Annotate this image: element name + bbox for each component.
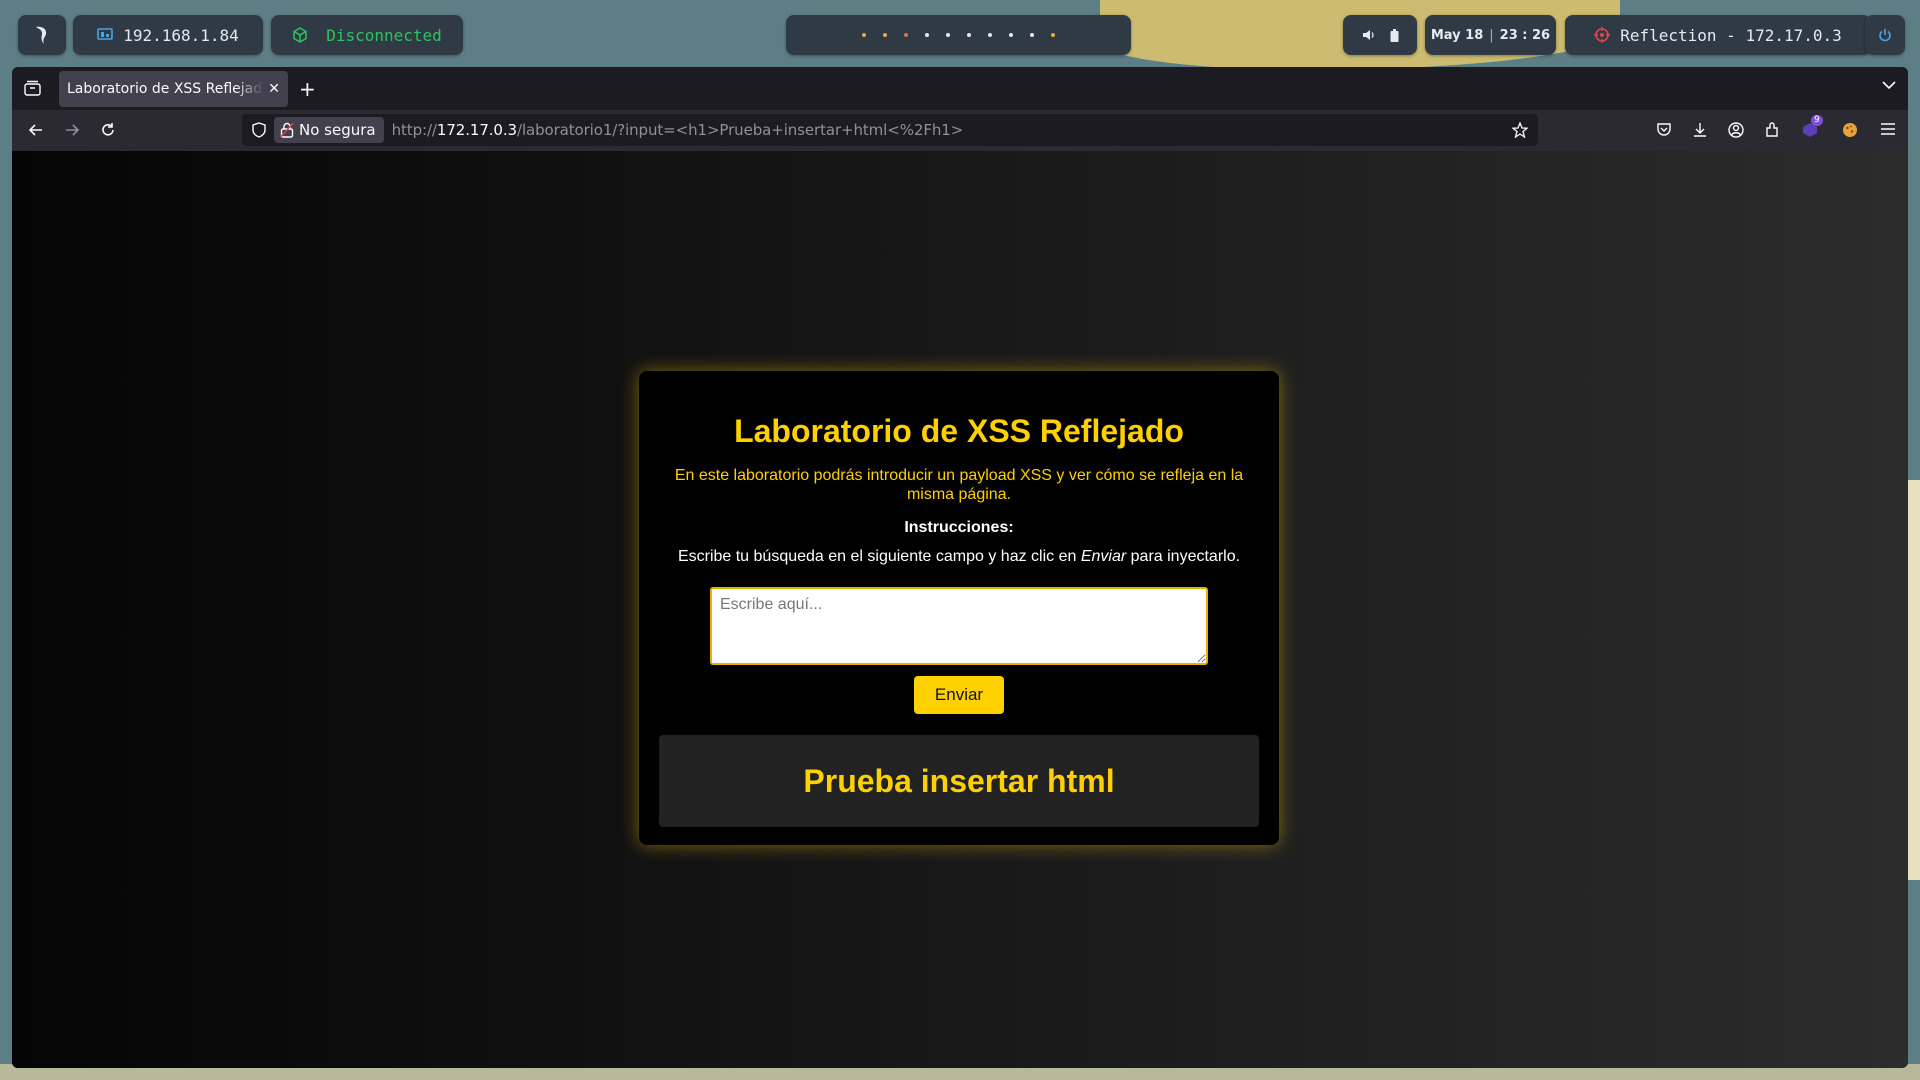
instructions-title: Instrucciones:: [904, 519, 1014, 536]
page-title: Laboratorio de XSS Reflejado: [734, 413, 1184, 449]
url-host: 172.17.0.3: [436, 121, 517, 139]
extensions-icon[interactable]: [1764, 122, 1780, 138]
battery-icon[interactable]: [1390, 28, 1399, 42]
workspace-dot[interactable]: [946, 33, 950, 37]
tab-title: Laboratorio de XSS Reflejado: [67, 81, 265, 97]
workspace-dot[interactable]: [925, 33, 929, 37]
network-icon: [97, 28, 114, 40]
site-security-button[interactable]: No segura: [274, 117, 384, 143]
reflected-output-box: Prueba insertar html: [659, 735, 1259, 827]
instructions-suffix: para inyectarlo.: [1126, 548, 1241, 565]
cube-icon: [293, 27, 307, 43]
instructions-prefix: Escribe tu búsqueda en el siguiente camp…: [677, 548, 1081, 565]
date-label: May 18: [1430, 27, 1484, 43]
chevron-down-icon[interactable]: [1882, 81, 1896, 90]
volume-icon[interactable]: [1362, 29, 1376, 41]
extension-badge-count: 9: [1811, 115, 1823, 126]
lab-card: Laboratorio de XSS Reflejado En este lab…: [639, 371, 1279, 845]
date-time-separator: |: [1489, 27, 1494, 43]
extension-button-badge[interactable]: 9: [1802, 115, 1823, 142]
insecure-lock-icon: [280, 122, 294, 138]
system-tray[interactable]: [1343, 15, 1417, 55]
bookmark-star-icon[interactable]: [1512, 122, 1528, 138]
page-description: En este laboratorio podrás introducir un…: [674, 467, 1244, 503]
url-text[interactable]: http://172.17.0.3/laboratorio1/?input=<h…: [392, 121, 964, 139]
workspace-dot[interactable]: [883, 33, 887, 37]
payload-input[interactable]: [710, 587, 1208, 665]
workspace-dot[interactable]: [1009, 33, 1013, 37]
new-tab-icon[interactable]: +: [299, 77, 316, 101]
target-label: Reflection - 172.17.0.3: [1620, 25, 1842, 45]
navigation-bar: No segura http://172.17.0.3/laboratorio1…: [12, 110, 1908, 151]
workspace-dot[interactable]: [904, 33, 908, 37]
forward-arrow-icon[interactable]: [64, 122, 80, 138]
target-icon: [1594, 27, 1611, 43]
close-tab-icon[interactable]: ✕: [268, 81, 280, 97]
ip-address-widget[interactable]: 192.168.1.84: [73, 15, 263, 55]
time-label: 23 : 26: [1499, 27, 1551, 43]
workspace-dot[interactable]: [967, 33, 971, 37]
downloads-icon[interactable]: [1692, 122, 1708, 138]
target-widget[interactable]: Reflection - 172.17.0.3: [1565, 15, 1871, 55]
tab-bar: Laboratorio de XSS Reflejado ✕ +: [12, 67, 1908, 110]
tab-list-icon[interactable]: [24, 80, 41, 96]
back-arrow-icon[interactable]: [28, 122, 44, 138]
workspace-dot[interactable]: [988, 33, 992, 37]
address-bar[interactable]: No segura http://172.17.0.3/laboratorio1…: [242, 114, 1538, 146]
workspace-dot[interactable]: [1030, 33, 1034, 37]
wallpaper-edge: [1906, 480, 1920, 880]
url-scheme: http://: [391, 121, 437, 139]
ip-address-label: 192.168.1.84: [123, 25, 239, 45]
browser-window: Laboratorio de XSS Reflejado ✕ + No segu…: [12, 67, 1908, 1068]
instructions-text: Escribe tu búsqueda en el siguiente camp…: [639, 548, 1279, 566]
page-viewport: Laboratorio de XSS Reflejado En este lab…: [12, 151, 1908, 1068]
reload-icon[interactable]: [100, 122, 116, 138]
cookie-extension-icon[interactable]: [1842, 122, 1858, 138]
tab-active[interactable]: Laboratorio de XSS Reflejado ✕: [59, 71, 288, 107]
workspace-switcher[interactable]: [786, 15, 1131, 55]
security-label: No segura: [299, 121, 376, 139]
workspace-dot[interactable]: [862, 33, 866, 37]
os-menu-button[interactable]: [18, 15, 66, 55]
workspace-dot[interactable]: [1051, 33, 1055, 37]
reflected-output-heading: Prueba insertar html: [803, 762, 1115, 799]
shield-icon[interactable]: [252, 122, 266, 138]
account-icon[interactable]: [1728, 122, 1744, 138]
url-path: /laboratorio1/?input=<h1>Prueba+insertar…: [516, 121, 964, 139]
pocket-icon[interactable]: [1656, 122, 1672, 138]
submit-button[interactable]: Enviar: [914, 676, 1004, 714]
clock-widget[interactable]: May 18 | 23 : 26: [1425, 15, 1556, 55]
kali-dragon-icon: [36, 26, 47, 44]
vpn-status-label: Disconnected: [326, 25, 442, 45]
power-button[interactable]: [1865, 15, 1905, 55]
vpn-status-widget[interactable]: Disconnected: [271, 15, 463, 55]
instructions-emphasis: Enviar: [1080, 548, 1127, 565]
power-icon: [1879, 29, 1891, 42]
hamburger-menu-icon[interactable]: [1880, 122, 1896, 136]
